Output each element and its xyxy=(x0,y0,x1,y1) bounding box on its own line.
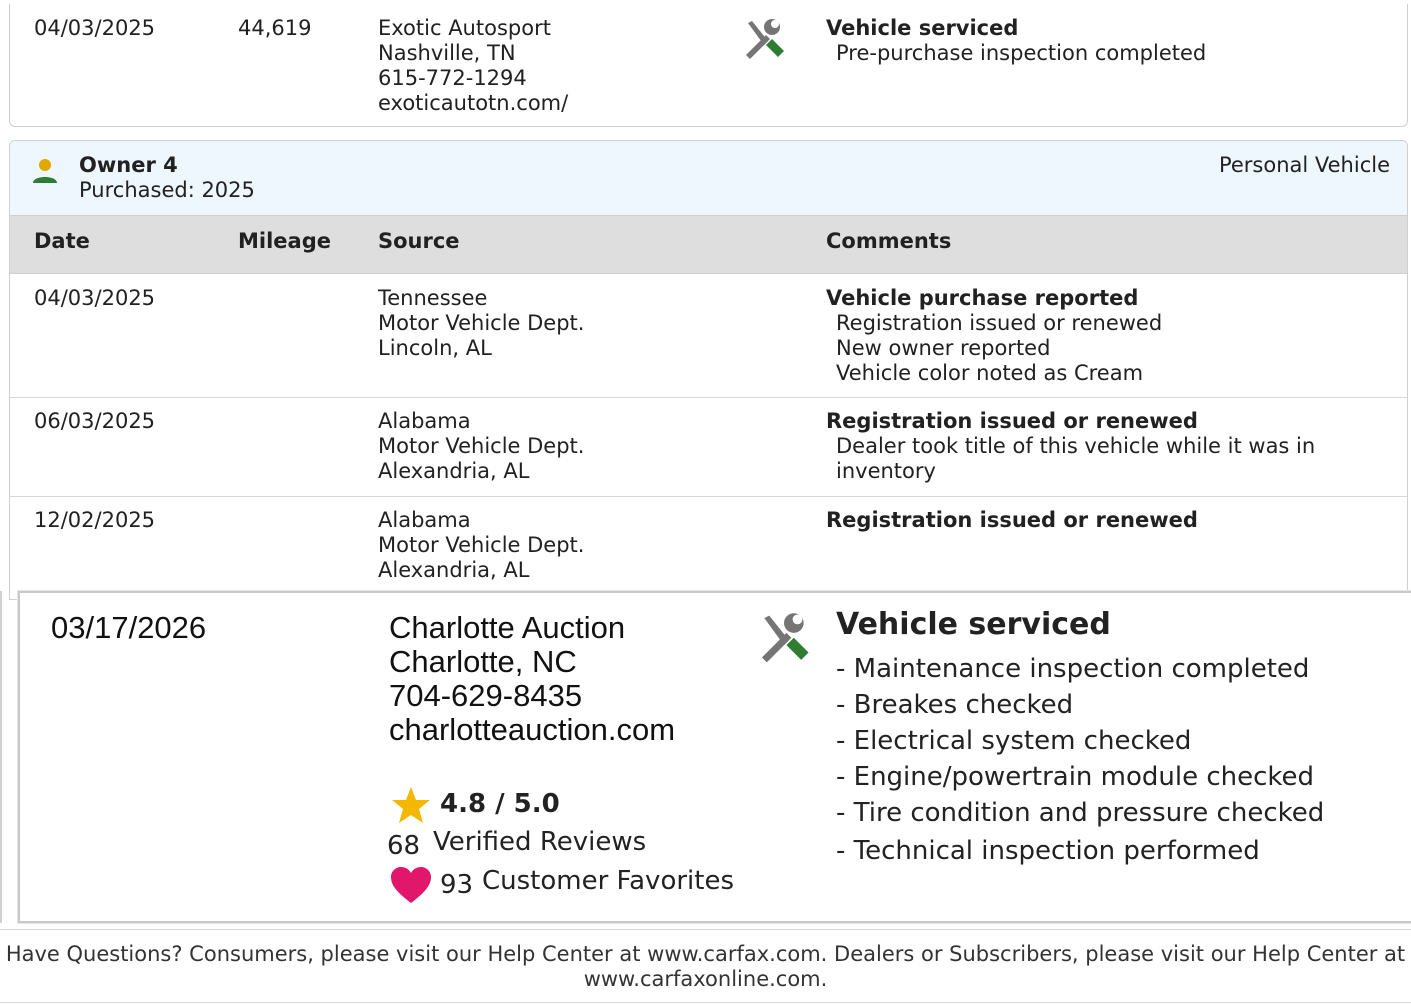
comment-title: Registration issued or renewed xyxy=(826,508,1198,532)
table-row: 12/02/2025 Alabama Motor Vehicle Dept. A… xyxy=(10,497,1407,597)
comment-title: Vehicle serviced xyxy=(836,607,1111,642)
source-phone[interactable]: 704-629-8435 xyxy=(389,679,675,713)
row-comments: Registration issued or renewed xyxy=(826,508,1198,533)
header-source: Source xyxy=(378,229,460,253)
row-date: 04/03/2025 xyxy=(34,286,156,310)
heart-icon xyxy=(391,867,431,903)
footer-text: Have Questions? Consumers, please visit … xyxy=(5,942,1406,966)
row-comments: Vehicle purchase reported Registration i… xyxy=(826,286,1162,386)
source-phone[interactable]: 615-772-1294 xyxy=(378,66,568,91)
source-line: Motor Vehicle Dept. xyxy=(378,533,585,557)
comment-line: - Engine/powertrain module checked xyxy=(836,762,1315,792)
highlighted-service-record: 03/17/2026 Charlotte Auction Charlotte, … xyxy=(18,591,1411,923)
source-line: Alexandria, AL xyxy=(378,558,530,582)
comment-line: Registration issued or renewed xyxy=(836,311,1163,335)
comment-line: - Maintenance inspection completed xyxy=(836,654,1310,684)
comment-title: Registration issued or renewed xyxy=(826,409,1198,433)
source-line: Alabama xyxy=(378,508,471,532)
source-location: Charlotte, NC xyxy=(389,644,577,679)
comment-line: Dealer took title of this vehicle while … xyxy=(836,434,1316,458)
owner-history-panel: Owner 4 Purchased: 2025 Personal Vehicle… xyxy=(9,140,1408,600)
row-comments: Registration issued or renewed Dealer to… xyxy=(826,409,1315,484)
service-wrench-icon xyxy=(746,19,784,59)
row-source: Alabama Motor Vehicle Dept. Alexandria, … xyxy=(378,508,584,583)
source-line: Motor Vehicle Dept. xyxy=(378,311,585,335)
owner-header: Owner 4 Purchased: 2025 Personal Vehicle xyxy=(10,141,1407,216)
source-line: Motor Vehicle Dept. xyxy=(378,434,585,458)
comment-title: Vehicle purchase reported xyxy=(826,286,1139,310)
table-row: 04/03/2025 Tennessee Motor Vehicle Dept.… xyxy=(10,274,1407,396)
source-line: Alabama xyxy=(378,409,471,433)
comment-line: - Electrical system checked xyxy=(836,726,1192,756)
comment-line: Pre-purchase inspection completed xyxy=(836,41,1207,65)
header-comments: Comments xyxy=(826,229,952,253)
row-source: Alabama Motor Vehicle Dept. Alexandria, … xyxy=(378,409,584,484)
source-line: Lincoln, AL xyxy=(378,336,492,360)
comment-title: Vehicle serviced xyxy=(826,16,1019,40)
footer-divider xyxy=(0,1002,1411,1003)
owner-purchased: Purchased: 2025 xyxy=(79,178,255,202)
row-source: Tennessee Motor Vehicle Dept. Lincoln, A… xyxy=(378,286,584,361)
header-date: Date xyxy=(34,229,90,253)
record-date: 03/17/2026 xyxy=(51,610,207,645)
owner-usage: Personal Vehicle xyxy=(1218,153,1390,177)
table-header: Date Mileage Source Comments xyxy=(10,216,1407,274)
header-mileage: Mileage xyxy=(238,229,331,253)
record-comments: Vehicle serviced - Maintenance inspectio… xyxy=(836,607,1324,869)
owner-title: Owner 4 xyxy=(79,153,178,177)
card-edge xyxy=(0,591,2,923)
source-line: Tennessee xyxy=(378,286,488,310)
comment-line: - Technical inspection performed xyxy=(836,836,1260,866)
comment-line: - Breakes checked xyxy=(836,690,1074,720)
star-icon xyxy=(392,787,430,823)
source-website-link[interactable]: exoticautotn.com/ xyxy=(378,91,568,116)
source-name: Exotic Autosport xyxy=(378,16,551,40)
record-source: Charlotte Auction Charlotte, NC 704-629-… xyxy=(389,611,675,747)
table-row: 06/03/2025 Alabama Motor Vehicle Dept. A… xyxy=(10,398,1407,496)
owner-person-icon xyxy=(33,159,57,183)
comment-line: New owner reported xyxy=(836,336,1051,360)
record-mileage: 44,619 xyxy=(238,16,312,40)
service-wrench-icon xyxy=(761,613,809,663)
favorites-link[interactable]: Customer Favorites xyxy=(482,866,734,896)
record-comments: Vehicle serviced Pre-purchase inspection… xyxy=(826,16,1206,66)
favorites-count: 93 xyxy=(440,870,474,900)
footer-divider xyxy=(0,929,1411,930)
reviews-count: 68 xyxy=(387,831,421,861)
help-footer: Have Questions? Consumers, please visit … xyxy=(0,942,1411,992)
source-website-link[interactable]: charlotteauction.com xyxy=(389,713,675,747)
record-source: Exotic Autosport Nashville, TN 615-772-1… xyxy=(378,16,568,116)
rating-value: 4.8 / 5.0 xyxy=(440,789,560,819)
row-date: 12/02/2025 xyxy=(34,508,156,532)
source-name: Charlotte Auction xyxy=(389,610,626,645)
source-location: Nashville, TN xyxy=(378,41,516,65)
row-date: 06/03/2025 xyxy=(34,409,156,433)
record-date: 04/03/2025 xyxy=(34,16,156,40)
comment-line: - Tire condition and pressure checked xyxy=(836,798,1325,828)
service-record-card: 04/03/2025 44,619 Exotic Autosport Nashv… xyxy=(9,4,1408,127)
reviews-link[interactable]: Verified Reviews xyxy=(433,827,646,857)
footer-link[interactable]: www.carfaxonline.com. xyxy=(0,967,1411,992)
source-line: Alexandria, AL xyxy=(378,459,530,483)
comment-line: Vehicle color noted as Cream xyxy=(836,361,1144,385)
comment-line: inventory xyxy=(836,459,936,483)
